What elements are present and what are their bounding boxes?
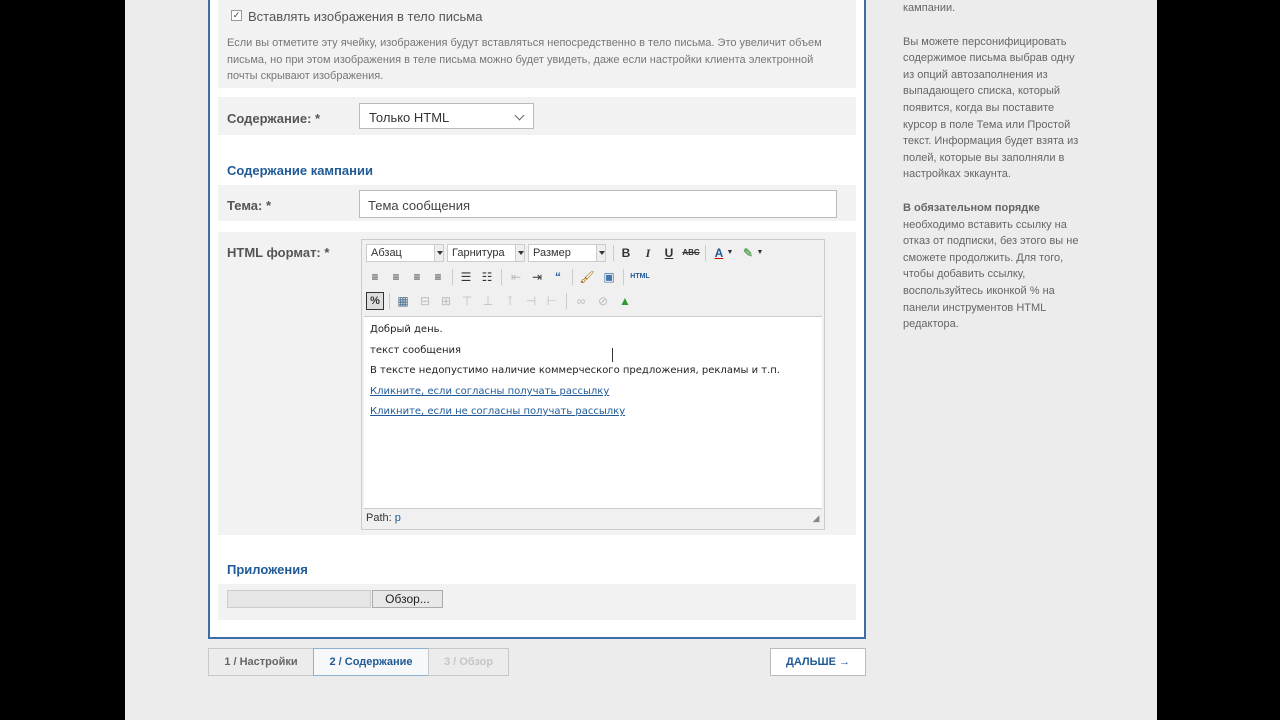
chevron-down-icon bbox=[434, 245, 443, 261]
chevron-down-icon bbox=[514, 110, 525, 121]
insert-row-before-icon: ⊤ bbox=[461, 294, 473, 308]
campaign-content-title: Содержание кампании bbox=[227, 163, 373, 178]
html-icon[interactable]: HTML bbox=[628, 268, 652, 286]
next-button[interactable]: ДАЛЬШЕ → bbox=[770, 648, 866, 676]
toolbar-separator bbox=[572, 269, 573, 285]
content-type-value: Только HTML bbox=[369, 110, 450, 125]
toolbar-separator bbox=[623, 269, 624, 285]
editor-path-bar: Path: p bbox=[366, 512, 401, 524]
align-right-icon[interactable]: ≡ bbox=[408, 268, 426, 286]
step-review: 3 / Обзор bbox=[428, 648, 509, 676]
editor-line-greeting: Добрый день. bbox=[370, 324, 443, 335]
embed-images-checkbox[interactable]: ✓ bbox=[231, 10, 242, 21]
html-editor: Абзац Гарнитура Размер B I U ABC A ▼ ✎ ▼… bbox=[361, 239, 825, 530]
embed-images-note: Если вы отметите эту ячейку, изображения… bbox=[227, 37, 822, 82]
editor-line-text: текст сообщения bbox=[370, 345, 462, 356]
toolbar-separator bbox=[389, 293, 390, 309]
unsubscribe-link[interactable]: Кликните, если не согласны получать расс… bbox=[370, 406, 625, 417]
step-settings[interactable]: 1 / Настройки bbox=[208, 648, 314, 676]
source-code-icon[interactable]: ▣ bbox=[600, 268, 618, 286]
size-select[interactable]: Размер bbox=[528, 244, 606, 262]
toolbar-separator bbox=[705, 245, 706, 261]
toolbar-separator bbox=[613, 245, 614, 261]
resize-grip-icon[interactable]: ◢ bbox=[810, 512, 822, 524]
bullet-list-icon[interactable]: ☰ bbox=[457, 268, 475, 286]
link-icon: ∞ bbox=[576, 294, 586, 308]
subject-label: Тема: * bbox=[227, 198, 272, 213]
chevron-down-icon[interactable]: ▼ bbox=[726, 244, 734, 262]
align-justify-icon[interactable]: ≡ bbox=[429, 268, 447, 286]
chevron-down-icon bbox=[515, 245, 524, 261]
content-type-select[interactable]: Только HTML bbox=[359, 103, 534, 129]
help-top-fragment: кампании. bbox=[903, 2, 956, 14]
insert-col-icon: ⊣ bbox=[525, 294, 537, 308]
content-type-label: Содержание: * bbox=[227, 111, 321, 126]
underline-icon[interactable]: U bbox=[660, 244, 678, 262]
text-cursor-icon bbox=[609, 348, 617, 362]
format-select[interactable]: Абзац bbox=[366, 244, 444, 262]
delete-row-icon: ⊺ bbox=[506, 294, 514, 308]
outdent-icon[interactable]: ⇤ bbox=[507, 268, 525, 286]
bold-icon[interactable]: B bbox=[617, 244, 635, 262]
cleanup-icon[interactable]: 🖌 bbox=[578, 268, 596, 286]
align-center-icon[interactable]: ≡ bbox=[387, 268, 405, 286]
embed-images-label: Вставлять изображения в тело письма bbox=[248, 9, 483, 24]
editor-content-area[interactable]: Добрый день. текст сообщения В тексте не… bbox=[364, 316, 822, 509]
indent-icon[interactable]: ⇥ bbox=[528, 268, 546, 286]
subscribe-link[interactable]: Кликните, если согласны получать рассылк… bbox=[370, 386, 609, 397]
chevron-down-icon[interactable]: ▼ bbox=[756, 244, 764, 262]
table-cell-props-icon: ⊞ bbox=[440, 294, 452, 308]
browse-button[interactable]: Обзор... bbox=[372, 590, 443, 608]
numbered-list-icon[interactable]: ☷ bbox=[478, 268, 496, 286]
file-path-field[interactable] bbox=[227, 590, 371, 608]
font-select[interactable]: Гарнитура bbox=[447, 244, 525, 262]
help-required-rest: необходимо вставить ссылку на отказ от п… bbox=[903, 218, 1079, 331]
table-row-props-icon: ⊟ bbox=[419, 294, 431, 308]
unlink-icon: ⊘ bbox=[597, 294, 609, 308]
help-required-bold: В обязательном порядке bbox=[903, 201, 1040, 214]
insert-image-icon[interactable]: ▲ bbox=[616, 292, 634, 310]
insert-table-icon[interactable]: ▦ bbox=[394, 292, 412, 310]
step-content[interactable]: 2 / Содержание bbox=[313, 648, 429, 676]
help-required: В обязательном порядке необходимо встави… bbox=[903, 200, 1083, 333]
blockquote-icon[interactable]: “ bbox=[549, 268, 567, 286]
path-element-p[interactable]: p bbox=[395, 512, 401, 524]
html-format-label: HTML формат: * bbox=[227, 245, 330, 260]
delete-col-icon: ⊢ bbox=[546, 294, 558, 308]
help-personalize: Вы можете персонифицировать содержимое п… bbox=[903, 35, 1079, 181]
insert-row-after-icon: ⊥ bbox=[482, 294, 494, 308]
editor-line-notice: В тексте недопустимо наличие коммерческо… bbox=[370, 365, 780, 376]
attachments-title: Приложения bbox=[227, 562, 308, 577]
toolbar-separator bbox=[566, 293, 567, 309]
strikethrough-icon[interactable]: ABC bbox=[682, 244, 700, 262]
content-form-panel: ✓ Вставлять изображения в тело письма Ес… bbox=[208, 0, 866, 639]
app-screen: ✓ Вставлять изображения в тело письма Ес… bbox=[125, 0, 1157, 720]
toolbar-separator bbox=[501, 269, 502, 285]
italic-icon[interactable]: I bbox=[639, 244, 657, 262]
chevron-down-icon bbox=[596, 245, 605, 261]
help-text: кампании. Вы можете персонифицировать со… bbox=[903, 0, 1083, 350]
align-left-icon[interactable]: ≡ bbox=[366, 268, 384, 286]
help-sidebar: кампании. Вы можете персонифицировать со… bbox=[866, 0, 1157, 720]
toolbar-separator bbox=[452, 269, 453, 285]
personalize-percent-icon[interactable]: % bbox=[366, 292, 384, 310]
subject-input[interactable]: Тема сообщения bbox=[359, 190, 837, 218]
highlight-color-icon[interactable]: ✎ bbox=[739, 244, 757, 262]
